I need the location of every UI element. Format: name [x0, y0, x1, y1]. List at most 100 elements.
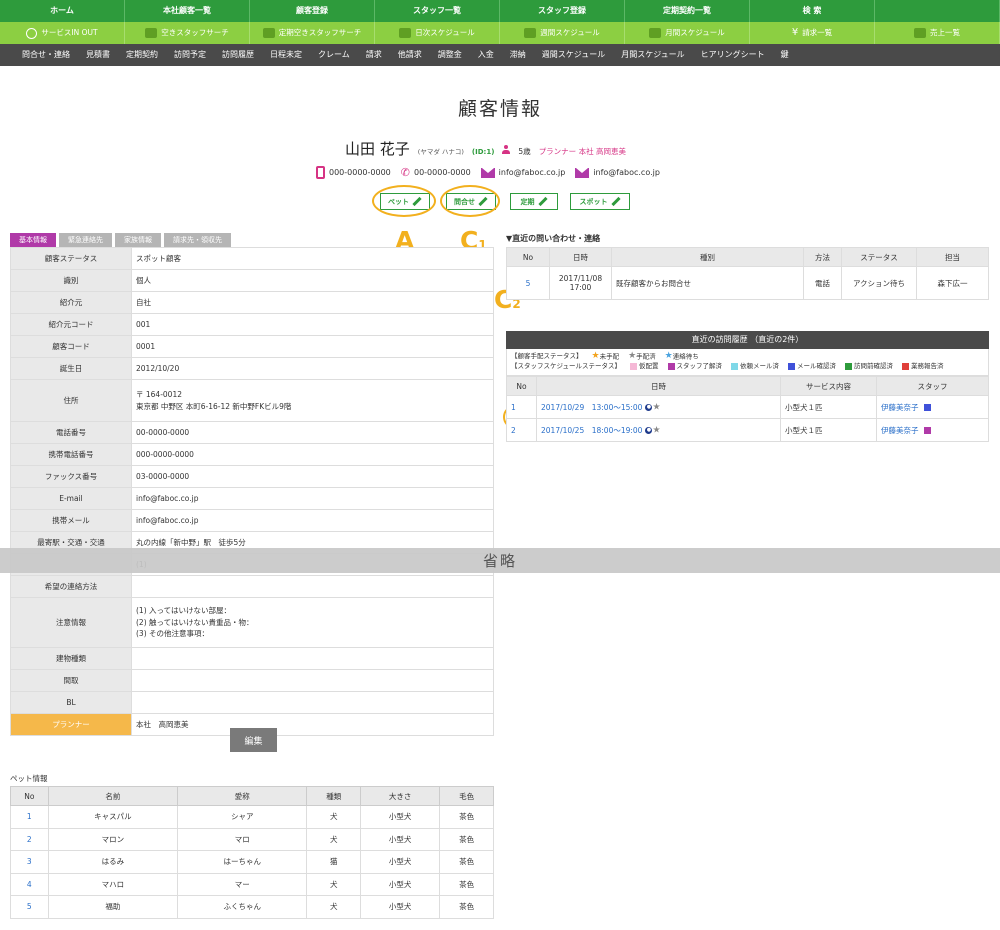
info-label: 携帯メール	[10, 509, 132, 532]
visit-staff-link[interactable]: 伊藤美奈子	[876, 418, 989, 442]
info-value: 001	[131, 313, 494, 336]
subnav-monthly-schedule[interactable]: 月間スケジュール	[625, 22, 750, 44]
color-swatch	[630, 362, 638, 370]
tab-undecided[interactable]: 日程未定	[262, 44, 310, 66]
inquiry-type: 既存顧客からお問合せ	[611, 266, 804, 300]
customer-kana: (ヤマダ ハナコ)	[417, 148, 464, 156]
pet-no-link[interactable]: 1	[10, 805, 49, 829]
info-label: 顧客コード	[10, 335, 132, 358]
info-row: 希望の連絡方法	[10, 575, 494, 598]
info-row: 携帯メール info@faboc.co.jp	[10, 509, 494, 532]
customer-header: 山田 花子 (ヤマダ ハナコ) (ID:1) 5歳 プランナー 本社 高岡恵美	[345, 138, 626, 159]
edit-button[interactable]: 編集	[230, 728, 277, 752]
table-row: 1 キャスパル シャア犬小型犬 茶色	[10, 805, 494, 829]
tab-visit-plan[interactable]: 訪問予定	[166, 44, 214, 66]
pet-col-header: 種類	[306, 786, 362, 806]
pet-cell: 犬	[306, 872, 362, 896]
info-value: 自社	[131, 291, 494, 314]
tab-payment[interactable]: 入金	[470, 44, 502, 66]
inquiry-no-link[interactable]: 5	[506, 266, 550, 300]
info-row: 紹介元 自社	[10, 291, 494, 314]
info-label: 誕生日	[10, 357, 132, 380]
tab-adjustment[interactable]: 調整金	[430, 44, 470, 66]
table-row: 3 はるみ はーちゃん猫小型犬 茶色	[10, 850, 494, 874]
nav-customer-register[interactable]: 顧客登録	[250, 0, 375, 22]
legend-item: スタッフ了解済	[667, 362, 722, 372]
pet-cell: 小型犬	[360, 872, 441, 896]
tab-inquiry[interactable]: 問合せ・連絡	[14, 44, 78, 66]
main-nav: ホーム 本社顧客一覧 顧客登録 スタッフ一覧 スタッフ登録 定期契約一覧 検 索	[0, 0, 1000, 22]
pet-no-link[interactable]: 5	[10, 895, 49, 919]
tab-arrears[interactable]: 滞納	[502, 44, 534, 66]
basic-info-table: 顧客ステータス スポット顧客 識別 個人 紹介元 自社 紹介元コード 001 顧客コード 0001…	[10, 247, 494, 736]
tab-emergency-contact[interactable]: 緊急連絡先	[59, 233, 112, 247]
regular-edit-button[interactable]: 定期	[510, 193, 558, 210]
tab-billing[interactable]: 請求	[358, 44, 390, 66]
nav-staff-register[interactable]: スタッフ登録	[500, 0, 625, 22]
tab-hearing-sheet[interactable]: ヒアリングシート	[693, 44, 773, 66]
tab-contract[interactable]: 定期契約	[118, 44, 166, 66]
nav-contract-list[interactable]: 定期契約一覧	[625, 0, 750, 22]
mobile-number: 000-0000-0000	[329, 168, 391, 177]
nav-staff-list[interactable]: スタッフ一覧	[375, 0, 500, 22]
staff-status-legend: 【スタッフスケジュールステータス】 仮配置 スタッフ了解済 依頼メール済 メール確認済…	[511, 362, 984, 372]
pencil-icon	[610, 196, 621, 207]
email-1[interactable]: info@faboc.co.jp	[499, 168, 566, 177]
info-label: 携帯電話番号	[10, 443, 132, 466]
info-label: プランナー	[10, 713, 132, 736]
tab-weekly-schedule[interactable]: 週間スケジュール	[534, 44, 613, 66]
pet-cell: 小型犬	[360, 895, 441, 919]
table-row: 5 2017/11/08 17:00 既存顧客からお問合せ 電話 アクション待ち 森下広一	[506, 266, 989, 300]
pet-no-link[interactable]: 4	[10, 872, 49, 896]
tab-key[interactable]: 鍵	[773, 44, 797, 66]
spot-edit-button[interactable]: スポット	[570, 193, 630, 210]
nav-hq-customer-list[interactable]: 本社顧客一覧	[125, 0, 250, 22]
tab-billing-address[interactable]: 請求先・領収先	[164, 233, 231, 247]
subnav-billing-list[interactable]: ¥ 請求一覧	[750, 22, 875, 44]
tab-basic-info[interactable]: 基本情報	[10, 233, 56, 247]
info-label: 住所	[10, 379, 132, 422]
sub-nav: サービスIN OUT 空きスタッフサーチ 定期空きスタッフサーチ 日次スケジュー…	[0, 22, 1000, 44]
info-row: ファックス番号 03-0000-0000	[10, 465, 494, 488]
info-row: 顧客コード 0001	[10, 335, 494, 358]
visit-no-link[interactable]: 2	[506, 418, 537, 442]
tab-estimate[interactable]: 見積書	[78, 44, 118, 66]
subnav-regular-free-staff-search[interactable]: 定期空きスタッフサーチ	[250, 22, 375, 44]
subnav-sales-list[interactable]: 売上一覧	[875, 22, 1000, 44]
pet-col-header: 大きさ	[360, 786, 441, 806]
tab-visit-history[interactable]: 訪問履歴	[214, 44, 262, 66]
tab-monthly-schedule[interactable]: 月間スケジュール	[613, 44, 692, 66]
nav-search[interactable]: 検 索	[750, 0, 875, 22]
tab-claim[interactable]: クレーム	[310, 44, 358, 66]
email-2[interactable]: info@faboc.co.jp	[593, 168, 660, 177]
nav-home[interactable]: ホーム	[0, 0, 125, 22]
subnav-service-inout[interactable]: サービスIN OUT	[0, 22, 125, 44]
visit-col-header: スタッフ	[876, 376, 989, 396]
tab-family-info[interactable]: 家族情報	[115, 233, 161, 247]
tab-other-billing[interactable]: 他請求	[390, 44, 430, 66]
visit-service: 小型犬１匹	[780, 418, 877, 442]
visit-datetime-link[interactable]: 2017/10/25 18:00～19:00 ●★	[536, 418, 781, 442]
customer-status-legend: 【顧客手配ステータス】 ★未手配 ★手配済 ★連絡待ち	[511, 352, 984, 362]
subnav-weekly-schedule[interactable]: 週間スケジュール	[500, 22, 625, 44]
info-label: E-mail	[10, 487, 132, 510]
pet-cell: 小型犬	[360, 850, 441, 874]
info-value: 〒 164-0012 東京都 中野区 本町6-16-12 新中野FKビル9階	[131, 379, 494, 422]
visit-no-link[interactable]: 1	[506, 395, 537, 419]
clock-icon	[26, 27, 38, 39]
highlight-ellipse-c1	[440, 185, 500, 217]
pet-no-link[interactable]: 2	[10, 827, 49, 851]
visit-staff-link[interactable]: 伊藤美奈子	[876, 395, 989, 419]
visit-datetime-link[interactable]: 2017/10/29 13:00～15:00 ●★	[536, 395, 781, 419]
pet-cell: 茶色	[439, 850, 494, 874]
legend-item: ★未手配	[591, 351, 620, 361]
customer-subnav: 問合せ・連絡 見積書 定期契約 訪問予定 訪問履歴 日程未定 クレーム 請求 他…	[0, 44, 1000, 66]
pet-no-link[interactable]: 3	[10, 850, 49, 874]
info-label: 希望の連絡方法	[10, 575, 132, 598]
inquiry-col-header: 方法	[803, 247, 842, 267]
subnav-daily-schedule[interactable]: 日次スケジュール	[375, 22, 500, 44]
subnav-free-staff-search[interactable]: 空きスタッフサーチ	[125, 22, 250, 44]
inquiry-datetime: 2017/11/08 17:00	[549, 266, 612, 300]
color-swatch	[788, 362, 796, 370]
table-row: 5 福助 ふくちゃん犬小型犬 茶色	[10, 895, 494, 919]
